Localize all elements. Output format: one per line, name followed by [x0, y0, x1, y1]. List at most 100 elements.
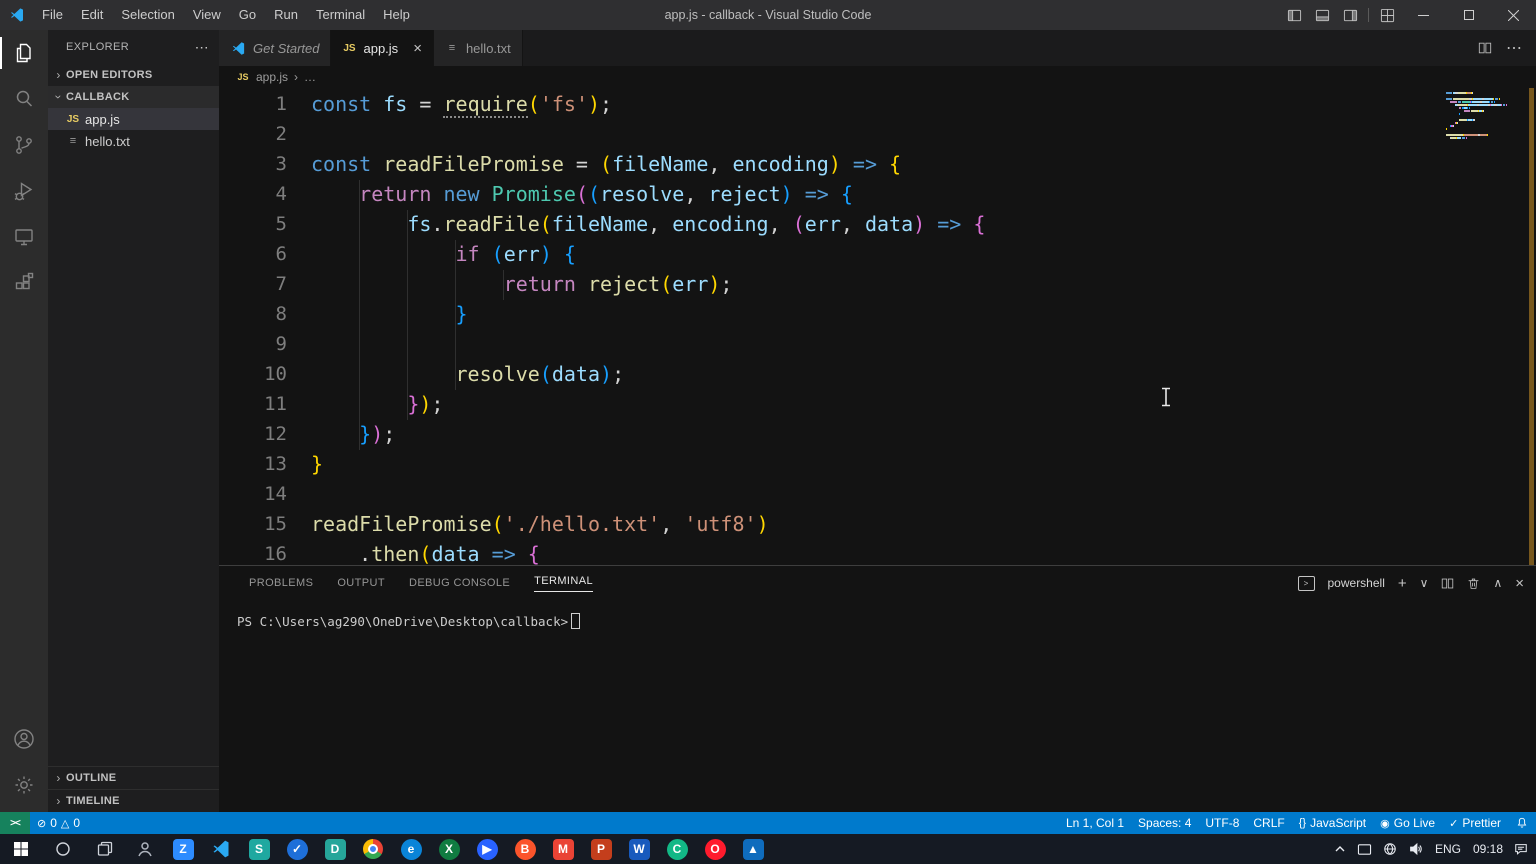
breadcrumb[interactable]: JS app.js › …: [219, 66, 1536, 88]
breadcrumb-more[interactable]: …: [304, 70, 316, 84]
shell-selector[interactable]: powershell: [1328, 576, 1385, 590]
overview-ruler[interactable]: [1529, 88, 1534, 565]
code-line-10[interactable]: 10 resolve(data);: [219, 359, 1536, 389]
explorer-more-actions-icon[interactable]: ⋯: [195, 39, 209, 56]
toggle-sidebar-icon[interactable]: [1280, 0, 1308, 30]
status-go-live[interactable]: ◉Go Live: [1373, 812, 1442, 834]
taskbar-app-app-check[interactable]: ✓: [278, 834, 316, 864]
status-eol[interactable]: CRLF: [1246, 812, 1291, 834]
taskbar-app-app-mail[interactable]: M: [544, 834, 582, 864]
terminal[interactable]: PS C:\Users\ag290\OneDrive\Desktop\callb…: [219, 600, 1536, 812]
start-button[interactable]: [0, 834, 42, 864]
code-line-3[interactable]: 3const readFilePromise = (fileName, enco…: [219, 149, 1536, 179]
split-editor-icon[interactable]: [1478, 41, 1492, 55]
customize-layout-icon[interactable]: [1373, 0, 1401, 30]
action-center-icon[interactable]: [1514, 842, 1528, 856]
taskbar-app-app-excel[interactable]: X: [430, 834, 468, 864]
code-line-16[interactable]: 16 .then(data => {: [219, 539, 1536, 565]
tray-expand-icon[interactable]: [1334, 843, 1346, 855]
code-line-9[interactable]: 9: [219, 329, 1536, 359]
search-button[interactable]: [42, 834, 84, 864]
code-line-4[interactable]: 4 return new Promise((resolve, reject) =…: [219, 179, 1536, 209]
code-line-6[interactable]: 6 if (err) {: [219, 239, 1536, 269]
kill-terminal-icon[interactable]: [1467, 577, 1480, 590]
menu-edit[interactable]: Edit: [72, 7, 112, 22]
menu-file[interactable]: File: [33, 7, 72, 22]
split-terminal-icon[interactable]: [1441, 577, 1454, 590]
code-editor[interactable]: 1const fs = require('fs');23const readFi…: [219, 88, 1536, 565]
panel-tab-output[interactable]: OUTPUT: [325, 566, 397, 600]
status-cursor-position[interactable]: Ln 1, Col 1: [1059, 812, 1131, 834]
file-item-app-js[interactable]: JS app.js: [48, 108, 219, 130]
taskbar-app-word[interactable]: W: [620, 834, 658, 864]
close-tab-icon[interactable]: ×: [413, 40, 422, 57]
status-indentation[interactable]: Spaces: 4: [1131, 812, 1198, 834]
menu-go[interactable]: Go: [230, 7, 265, 22]
minimap[interactable]: [1446, 92, 1518, 140]
taskbar-app-photos[interactable]: ▲: [734, 834, 772, 864]
taskbar-app-opera[interactable]: O: [696, 834, 734, 864]
code-line-2[interactable]: 2: [219, 119, 1536, 149]
code-line-13[interactable]: 13}: [219, 449, 1536, 479]
tab-app-js[interactable]: JS app.js ×: [331, 30, 433, 66]
clock[interactable]: 09:18: [1473, 842, 1503, 856]
code-line-7[interactable]: 7 return reject(err);: [219, 269, 1536, 299]
code-line-8[interactable]: 8 }: [219, 299, 1536, 329]
code-line-15[interactable]: 15readFilePromise('./hello.txt', 'utf8'): [219, 509, 1536, 539]
explorer-icon[interactable]: [0, 30, 48, 76]
code-line-12[interactable]: 12 });: [219, 419, 1536, 449]
status-prettier[interactable]: ✓Prettier: [1442, 812, 1508, 834]
settings-gear-icon[interactable]: [0, 762, 48, 808]
tray-volume-icon[interactable]: [1408, 842, 1423, 856]
taskbar-app-chrome[interactable]: [354, 834, 392, 864]
minimize-button[interactable]: [1401, 0, 1446, 30]
code-line-11[interactable]: 11 });: [219, 389, 1536, 419]
problems-indicator[interactable]: ⊘ 0 △ 0: [30, 812, 87, 834]
menu-terminal[interactable]: Terminal: [307, 7, 374, 22]
new-terminal-icon[interactable]: +: [1398, 576, 1407, 591]
close-window-button[interactable]: [1491, 0, 1536, 30]
code-line-1[interactable]: 1const fs = require('fs');: [219, 89, 1536, 119]
code-line-5[interactable]: 5 fs.readFile(fileName, encoding, (err, …: [219, 209, 1536, 239]
toggle-secondary-sidebar-icon[interactable]: [1336, 0, 1364, 30]
remote-explorer-icon[interactable]: [0, 214, 48, 260]
timeline-section[interactable]: › TIMELINE: [48, 789, 219, 812]
taskbar-app-people[interactable]: [126, 834, 164, 864]
source-control-icon[interactable]: [0, 122, 48, 168]
search-icon[interactable]: [0, 76, 48, 122]
extensions-icon[interactable]: [0, 260, 48, 306]
close-panel-icon[interactable]: ×: [1515, 576, 1524, 591]
taskbar-app-app-green[interactable]: C: [658, 834, 696, 864]
chevron-down-icon[interactable]: ∨: [1420, 577, 1429, 589]
menu-selection[interactable]: Selection: [112, 7, 183, 22]
status-encoding[interactable]: UTF-8: [1198, 812, 1246, 834]
tray-tablet-icon[interactable]: [1357, 843, 1372, 856]
open-editors-section[interactable]: › OPEN EDITORS: [48, 64, 219, 86]
menu-help[interactable]: Help: [374, 7, 419, 22]
taskbar-app-app-edge[interactable]: e: [392, 834, 430, 864]
taskbar-app-app-drive[interactable]: D: [316, 834, 354, 864]
folder-section-callback[interactable]: › CALLBACK: [48, 86, 219, 108]
maximize-panel-icon[interactable]: ∧: [1493, 577, 1502, 589]
taskbar-app-app-media[interactable]: ▶: [468, 834, 506, 864]
panel-tab-problems[interactable]: PROBLEMS: [237, 566, 325, 600]
remote-indicator[interactable]: ><: [0, 812, 30, 834]
run-debug-icon[interactable]: [0, 168, 48, 214]
panel-tab-debug-console[interactable]: DEBUG CONSOLE: [397, 566, 522, 600]
file-item-hello-txt[interactable]: ≡ hello.txt: [48, 130, 219, 152]
notifications-bell-icon[interactable]: [1508, 812, 1536, 834]
taskbar-app-app-z[interactable]: Z: [164, 834, 202, 864]
breadcrumb-file[interactable]: app.js: [256, 70, 288, 84]
taskbar-app-app-teal[interactable]: S: [240, 834, 278, 864]
code-line-14[interactable]: 14: [219, 479, 1536, 509]
panel-tab-terminal[interactable]: TERMINAL: [522, 566, 605, 600]
more-actions-icon[interactable]: ⋯: [1506, 38, 1522, 58]
menu-view[interactable]: View: [184, 7, 230, 22]
tab-hello-txt[interactable]: ≡ hello.txt: [434, 30, 523, 66]
menu-run[interactable]: Run: [265, 7, 307, 22]
toggle-panel-icon[interactable]: [1308, 0, 1336, 30]
maximize-button[interactable]: [1446, 0, 1491, 30]
taskbar-app-vscode[interactable]: [202, 834, 240, 864]
language-indicator[interactable]: ENG: [1434, 842, 1462, 856]
taskbar-app-powerpoint[interactable]: P: [582, 834, 620, 864]
